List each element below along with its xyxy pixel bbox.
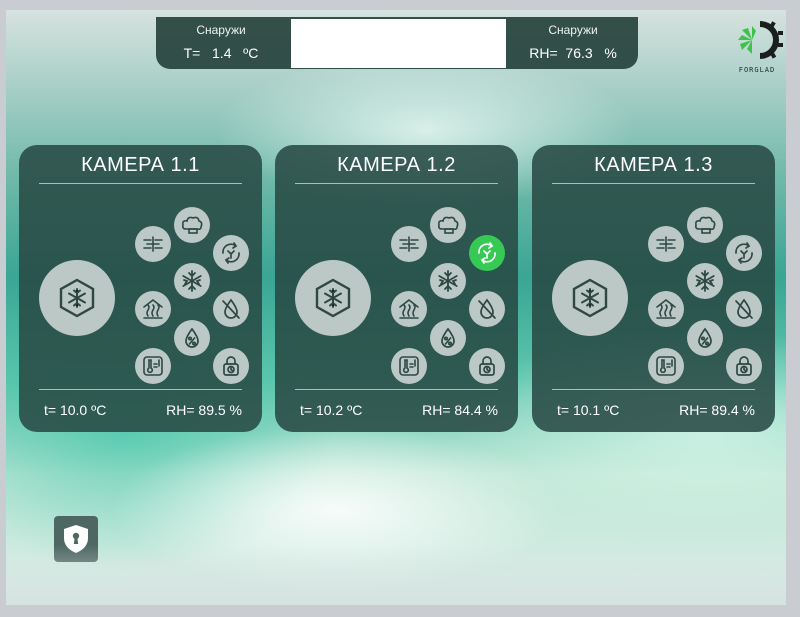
outside-rh-number: 76.3 — [565, 45, 593, 61]
camera-humidity: RH= 89.4 % — [679, 402, 755, 418]
camera-humidity: RH= 89.5 % — [166, 402, 242, 418]
lock-timer-button[interactable] — [726, 348, 762, 384]
lock-timer-button[interactable] — [213, 348, 249, 384]
outside-temp-prefix: T= — [183, 45, 201, 61]
divider — [552, 183, 755, 184]
freeze-cube-icon[interactable] — [39, 260, 115, 336]
no-humidity-button[interactable] — [213, 291, 249, 327]
outside-rh-label: Снаружи — [548, 23, 598, 37]
humidity-button[interactable] — [687, 320, 723, 356]
camera-card-3[interactable]: КАМЕРА 1.3 t= 10.1 ºC RH= 89.4 % — [532, 145, 775, 432]
camera-title: КАМЕРА 1.2 — [337, 154, 456, 176]
camera-title: КАМЕРА 1.3 — [594, 154, 713, 176]
dehumidify-button[interactable] — [391, 226, 427, 262]
humidity-button[interactable] — [174, 320, 210, 356]
shield-lock-icon — [64, 525, 88, 553]
outside-temperature: Снаружи T= 1.4 ºC — [156, 23, 286, 61]
dehumidify-button[interactable] — [648, 226, 684, 262]
camera-card-2[interactable]: КАМЕРА 1.2 t= 10.2 ºC RH= 84.4 % — [275, 145, 518, 432]
outside-rh-unit: % — [604, 45, 617, 61]
recirculation-button-active[interactable] — [469, 235, 505, 271]
outside-temp-label: Снаружи — [196, 23, 246, 37]
humidity-button[interactable] — [430, 320, 466, 356]
snowflake-button[interactable] — [174, 263, 210, 299]
no-humidity-button[interactable] — [726, 291, 762, 327]
heating-button[interactable] — [135, 291, 171, 327]
no-humidity-button[interactable] — [469, 291, 505, 327]
camera-title: КАМЕРА 1.1 — [81, 154, 200, 176]
snowflake-button[interactable] — [687, 263, 723, 299]
camera-temperature: t= 10.2 ºC — [300, 402, 363, 418]
outside-temp-number: 1.4 — [212, 45, 232, 61]
snowflake-button[interactable] — [430, 263, 466, 299]
steam-button[interactable] — [430, 207, 466, 243]
security-lock-button[interactable] — [54, 516, 98, 562]
camera-temperature: t= 10.0 ºC — [44, 402, 107, 418]
steam-button[interactable] — [687, 207, 723, 243]
forglad-logo: FORGLAD — [730, 18, 784, 74]
outside-rh-prefix: RH= — [529, 45, 558, 61]
outside-rh-value: RH= 76.3 % — [508, 45, 638, 61]
heating-button[interactable] — [648, 291, 684, 327]
steam-button[interactable] — [174, 207, 210, 243]
logo-text: FORGLAD — [738, 66, 776, 74]
outside-temp-value: T= 1.4 ºC — [156, 45, 286, 61]
heating-button[interactable] — [391, 291, 427, 327]
thermometer-button[interactable] — [648, 348, 684, 384]
camera-temperature: t= 10.1 ºC — [557, 402, 620, 418]
lock-timer-button[interactable] — [469, 348, 505, 384]
blank-panel — [291, 19, 506, 68]
recirculation-button[interactable] — [213, 235, 249, 271]
outside-temp-unit: ºC — [243, 45, 259, 61]
thermometer-button[interactable] — [391, 348, 427, 384]
recirculation-button[interactable] — [726, 235, 762, 271]
divider — [39, 183, 242, 184]
camera-card-1[interactable]: КАМЕРА 1.1 t= 10.0 ºC RH= 89.5 % — [19, 145, 262, 432]
logo-gear-icon — [738, 21, 783, 59]
divider — [39, 389, 242, 390]
divider — [295, 183, 498, 184]
freeze-cube-icon[interactable] — [552, 260, 628, 336]
screen: Снаружи T= 1.4 ºC Снаружи RH= 76.3 % FOR… — [6, 10, 786, 605]
divider — [552, 389, 755, 390]
outside-humidity: Снаружи RH= 76.3 % — [508, 23, 638, 61]
dehumidify-button[interactable] — [135, 226, 171, 262]
divider — [295, 389, 498, 390]
outside-conditions-bar: Снаружи T= 1.4 ºC Снаружи RH= 76.3 % — [156, 17, 638, 69]
camera-humidity: RH= 84.4 % — [422, 402, 498, 418]
freeze-cube-icon[interactable] — [295, 260, 371, 336]
thermometer-button[interactable] — [135, 348, 171, 384]
